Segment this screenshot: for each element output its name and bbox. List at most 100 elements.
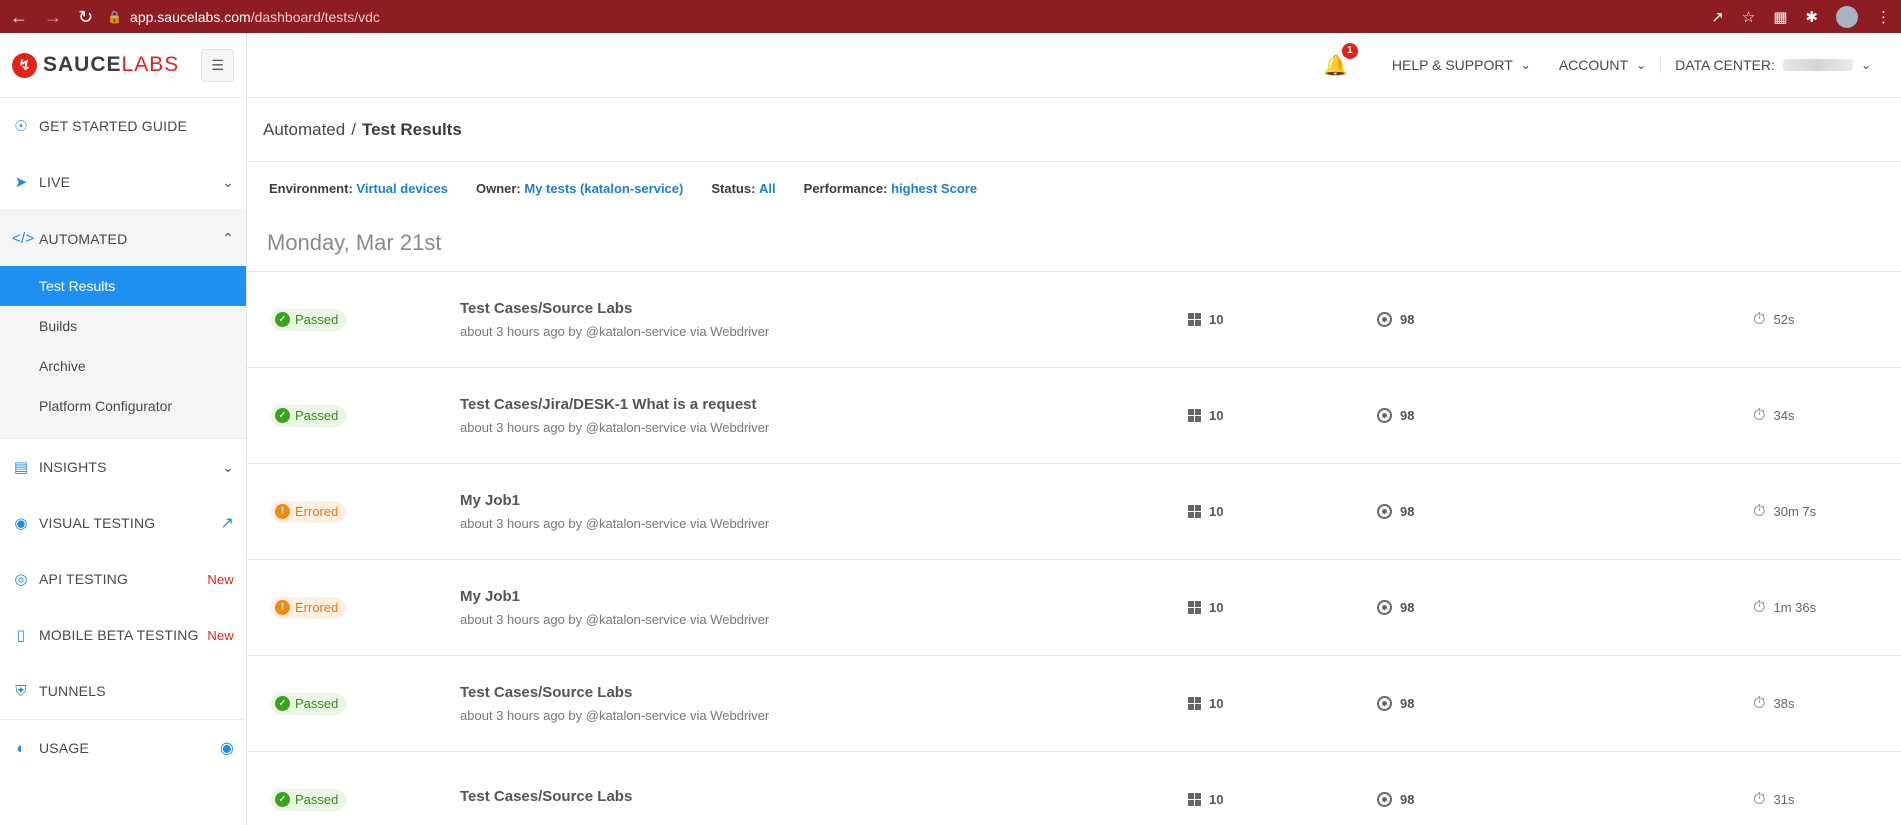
- chevron-down-icon: ⌄: [222, 173, 234, 190]
- filter-bar: Environment: Virtual devices Owner: My t…: [247, 162, 1901, 214]
- stopwatch-icon: ⏱: [1753, 406, 1766, 424]
- chevron-down-icon: ⌄: [222, 458, 234, 475]
- test-row[interactable]: ✓ Passed Test Cases/Jira/DESK-1 What is a…: [247, 368, 1901, 464]
- test-name[interactable]: Test Cases/Source Labs: [460, 788, 632, 805]
- collapse-sidebar-button[interactable]: ☰: [201, 48, 234, 82]
- check-icon: ✓: [275, 312, 290, 327]
- saucelabs-logo[interactable]: ↯ SAUCELABS: [12, 52, 179, 78]
- sidebar-subitem-builds[interactable]: Builds: [0, 306, 246, 346]
- stopwatch-icon: ⏱: [1753, 598, 1766, 616]
- test-row[interactable]: ✓ Passed Test Cases/Source Labs 10 98 ⏱ 31…: [247, 752, 1901, 825]
- sidebar-subitem-test-results[interactable]: Test Results: [0, 266, 246, 306]
- test-row[interactable]: ! Errored My Job1 about 3 hours ago by @ka…: [247, 464, 1901, 560]
- test-name[interactable]: Test Cases/Source Labs: [460, 300, 769, 317]
- sidebar-item-label: AUTOMATED: [39, 230, 128, 247]
- shield-icon: ⛨: [15, 682, 27, 700]
- sidebar-item-label: GET STARTED GUIDE: [39, 118, 188, 134]
- status-badge: ! Errored: [271, 596, 347, 619]
- status-badge: ✓ Passed: [271, 692, 347, 715]
- address-bar[interactable]: 🔒 app.saucelabs.com/dashboard/tests/vdc: [107, 9, 1711, 25]
- main-content: 🔔 1 HELP & SUPPORT ⌄ ACCOUNT ⌄ DATA CENT…: [247, 33, 1901, 825]
- reload-icon[interactable]: ↻: [78, 8, 93, 26]
- status-badge: ✓ Passed: [271, 404, 347, 427]
- test-meta: about 3 hours ago by @katalon-service vi…: [460, 516, 770, 531]
- duration-cell: ⏱ 30m 7s: [1753, 502, 1817, 520]
- filter-owner[interactable]: Owner: My tests (katalon-service): [476, 181, 683, 196]
- help-support-menu[interactable]: HELP & SUPPORT ⌄: [1378, 57, 1545, 73]
- data-center-menu[interactable]: DATA CENTER: ⌄: [1660, 57, 1885, 73]
- sidebar-item-tunnels[interactable]: ⛨ TUNNELS: [0, 663, 246, 719]
- status-badge: ✓ Passed: [271, 788, 347, 811]
- browser-cell: 98: [1377, 792, 1414, 807]
- test-row[interactable]: ! Errored My Job1 about 3 hours ago by @ka…: [247, 560, 1901, 656]
- new-badge: New: [207, 627, 234, 643]
- sidebar-item-api-testing[interactable]: ◎ API TESTING New: [0, 551, 246, 607]
- sauce-bolt-icon: ↯: [12, 52, 37, 78]
- windows-icon: [1188, 601, 1201, 614]
- puzzle-icon[interactable]: ✱: [1805, 8, 1818, 26]
- stopwatch-icon: ⏱: [1753, 502, 1766, 520]
- browser-toolbar: ← → ↻ 🔒 app.saucelabs.com/dashboard/test…: [0, 0, 1901, 33]
- test-meta: about 3 hours ago by @katalon-service vi…: [460, 324, 770, 339]
- data-center-value-redacted: [1782, 59, 1853, 71]
- date-heading: Monday, Mar 21st: [247, 214, 1901, 272]
- test-name[interactable]: My Job1: [460, 492, 769, 509]
- windows-icon: [1188, 313, 1201, 326]
- back-icon[interactable]: ←: [10, 8, 28, 26]
- top-header: 🔔 1 HELP & SUPPORT ⌄ ACCOUNT ⌄ DATA CENT…: [247, 33, 1901, 98]
- chevron-up-icon: ⌃: [222, 230, 234, 246]
- test-name[interactable]: Test Cases/Jira/DESK-1 What is a request: [460, 396, 769, 413]
- check-icon: ✓: [275, 408, 290, 423]
- bell-icon: 🔔: [1322, 54, 1348, 77]
- page-title: Test Results: [361, 119, 462, 139]
- mobile-icon: ▯: [16, 627, 26, 644]
- filter-performance[interactable]: Performance: highest Score: [804, 181, 977, 196]
- breadcrumb-parent[interactable]: Automated: [263, 120, 345, 140]
- status-badge: ✓ Passed: [271, 308, 347, 331]
- sidebar-item-insights[interactable]: ▤ INSIGHTS ⌄: [0, 439, 246, 495]
- sidebar-subitem-platform-configurator[interactable]: Platform Configurator: [0, 386, 246, 426]
- browser-menu-icon[interactable]: ⋮: [1876, 8, 1891, 26]
- os-cell: 10: [1188, 312, 1223, 327]
- stopwatch-icon: ⏱: [1753, 310, 1766, 328]
- chrome-icon: [1377, 312, 1392, 327]
- code-icon: </>: [12, 230, 35, 247]
- sidebar-item-label: MOBILE BETA TESTING: [39, 627, 199, 643]
- test-meta: about 3 hours ago by @katalon-service vi…: [460, 612, 770, 627]
- external-link-icon: ↗: [220, 515, 234, 532]
- windows-icon: [1188, 505, 1201, 518]
- account-menu[interactable]: ACCOUNT ⌄: [1545, 57, 1660, 73]
- sidebar-item-label: USAGE: [39, 740, 90, 756]
- test-name[interactable]: My Job1: [460, 588, 769, 605]
- chevron-down-icon: ⌄: [1520, 58, 1531, 72]
- data-center-label: DATA CENTER:: [1675, 57, 1775, 73]
- test-name[interactable]: Test Cases/Source Labs: [460, 684, 769, 701]
- forward-icon[interactable]: →: [44, 8, 62, 26]
- notifications-button[interactable]: 🔔 1: [1322, 42, 1358, 78]
- breadcrumb-separator: /: [351, 119, 356, 139]
- status-badge: ! Errored: [271, 500, 347, 523]
- share-icon[interactable]: ↗: [1711, 8, 1724, 26]
- sidebar-item-automated[interactable]: </> AUTOMATED ⌃: [0, 210, 246, 266]
- api-icon: ◎: [14, 571, 28, 588]
- new-badge: New: [207, 571, 234, 587]
- sidebar-item-get-started[interactable]: ☉ GET STARTED GUIDE: [0, 98, 246, 154]
- bar-chart-icon: ▤: [13, 459, 29, 476]
- sidebar-item-usage[interactable]: ◐ USAGE ◉: [0, 720, 246, 776]
- test-row[interactable]: ✓ Passed Test Cases/Source Labs about 3 ho…: [247, 272, 1901, 368]
- profile-avatar[interactable]: [1836, 5, 1858, 28]
- extension-icon[interactable]: ▦: [1773, 8, 1787, 26]
- windows-icon: [1188, 793, 1201, 806]
- sidebar-item-live[interactable]: ➤ LIVE ⌄: [0, 154, 246, 210]
- sidebar-item-mobile-beta-testing[interactable]: ▯ MOBILE BETA TESTING New: [0, 607, 246, 663]
- automated-submenu: Test Results Builds Archive Platform Con…: [0, 266, 246, 439]
- sidebar-subitem-archive[interactable]: Archive: [0, 346, 246, 386]
- filter-status[interactable]: Status: All: [711, 181, 775, 196]
- duration-cell: ⏱ 38s: [1753, 694, 1795, 712]
- bookmark-star-icon[interactable]: ☆: [1742, 8, 1755, 26]
- test-row[interactable]: ✓ Passed Test Cases/Source Labs about 3 ho…: [247, 656, 1901, 752]
- stopwatch-icon: ⏱: [1753, 694, 1766, 712]
- filter-environment[interactable]: Environment: Virtual devices: [269, 181, 448, 196]
- eye-icon[interactable]: ◉: [220, 738, 234, 758]
- sidebar-item-visual-testing[interactable]: ◉ VISUAL TESTING ↗: [0, 495, 246, 551]
